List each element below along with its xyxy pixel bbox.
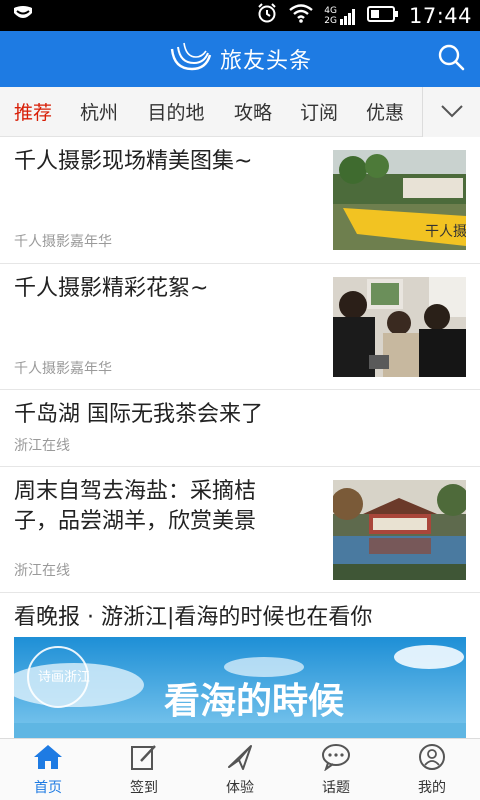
- status-left: [12, 5, 34, 27]
- news-title: 千人摄影现场精美图集~: [14, 149, 253, 174]
- tab-guides[interactable]: 攻略: [220, 87, 286, 137]
- news-title: 千人摄影精彩花絮~: [14, 276, 209, 301]
- status-time: 17:44: [408, 3, 472, 28]
- news-source: 千人摄影嘉年华: [14, 234, 112, 250]
- tab-label: 订阅: [299, 102, 338, 124]
- banner-seal-text: 诗画浙江: [38, 670, 90, 685]
- chevron-down-icon: [440, 103, 464, 122]
- tab-deals[interactable]: 优惠: [352, 87, 418, 137]
- news-source: 浙江在线: [14, 438, 70, 454]
- news-title: 看晚报 · 游浙江|看海的时候也在看你: [14, 605, 373, 630]
- wifi-icon: [288, 3, 314, 28]
- news-thumbnail: [333, 277, 466, 377]
- tab-subscribe[interactable]: 订阅: [286, 87, 352, 137]
- news-title-line: 子，品尝湖羊，欣赏美景: [14, 509, 257, 534]
- nav-label: 首页: [34, 779, 62, 796]
- tab-recommend[interactable]: 推荐: [0, 87, 66, 137]
- news-source: 千人摄影嘉年华: [14, 361, 112, 377]
- status-right: 4G 2G 17:44: [256, 2, 472, 29]
- app-title: 旅友头条: [219, 49, 312, 74]
- status-bar: 4G 2G 17:44: [0, 0, 480, 31]
- news-title: 千岛湖 国际无我茶会来了: [14, 402, 263, 427]
- search-button[interactable]: [434, 42, 468, 76]
- app-logo: 旅友头条: [168, 39, 312, 79]
- news-banner-image[interactable]: 诗画浙江 看海的時候: [14, 637, 466, 738]
- nav-label: 签到: [130, 779, 158, 796]
- search-icon: [437, 43, 465, 75]
- news-item[interactable]: 千人摄影精彩花絮~ 千人摄影嘉年华: [0, 264, 480, 390]
- cell-signal-icon: 4G 2G: [324, 6, 357, 26]
- profile-icon: [416, 743, 448, 775]
- news-title: 周末自驾去海盐：采摘桔 子，品尝湖羊，欣赏美景: [14, 477, 256, 537]
- nav-experience[interactable]: 体验: [192, 739, 288, 800]
- bottom-navigation: 首页 签到 体验 话题 我的: [0, 738, 480, 800]
- more-tabs-button[interactable]: [422, 87, 480, 137]
- chat-icon: [320, 743, 352, 775]
- category-tabs: 推荐 杭州 目的地 攻略 订阅 优惠: [0, 87, 480, 137]
- news-feed: 千人摄影现场精美图集~ 千人摄影嘉年华 干人摄 千人摄影精彩花絮~ 千人摄影嘉年…: [0, 137, 480, 738]
- news-title-line: 周末自驾去海盐：采摘桔: [14, 479, 257, 504]
- news-thumbnail: 干人摄: [333, 150, 466, 250]
- banner-headline: 看海的時候: [164, 680, 344, 722]
- tab-label: 优惠: [365, 102, 404, 124]
- home-icon: [32, 743, 64, 775]
- news-source: 浙江在线: [14, 563, 70, 579]
- nav-home[interactable]: 首页: [0, 739, 96, 800]
- app-header: 旅友头条: [0, 31, 480, 87]
- tab-label: 攻略: [233, 102, 272, 124]
- news-item[interactable]: 千岛湖 国际无我茶会来了 浙江在线: [0, 390, 480, 467]
- app-notification-icon: [12, 5, 34, 27]
- news-item[interactable]: 千人摄影现场精美图集~ 千人摄影嘉年华 干人摄: [0, 137, 480, 264]
- news-thumbnail: [333, 480, 466, 580]
- logo-swoosh-icon: [168, 39, 212, 79]
- nav-label: 话题: [322, 779, 350, 796]
- nav-profile[interactable]: 我的: [384, 739, 480, 800]
- tab-destination[interactable]: 目的地: [132, 87, 220, 137]
- battery-icon: [366, 4, 399, 28]
- banner-text: 干人摄: [425, 224, 466, 240]
- tab-hangzhou[interactable]: 杭州: [66, 87, 132, 137]
- nav-label: 我的: [418, 779, 446, 796]
- tab-label: 目的地: [147, 102, 205, 124]
- signin-icon: [129, 743, 159, 775]
- tab-label: 推荐: [13, 102, 52, 124]
- nav-topics[interactable]: 话题: [288, 739, 384, 800]
- tab-label: 杭州: [79, 102, 118, 124]
- alarm-icon: [256, 2, 278, 29]
- nav-signin[interactable]: 签到: [96, 739, 192, 800]
- nav-label: 体验: [226, 779, 254, 796]
- signal-label-top: 4G: [324, 5, 337, 16]
- signal-label-bottom: 2G: [324, 15, 337, 26]
- news-item[interactable]: 周末自驾去海盐：采摘桔 子，品尝湖羊，欣赏美景 浙江在线: [0, 467, 480, 593]
- paper-plane-icon: [225, 743, 255, 775]
